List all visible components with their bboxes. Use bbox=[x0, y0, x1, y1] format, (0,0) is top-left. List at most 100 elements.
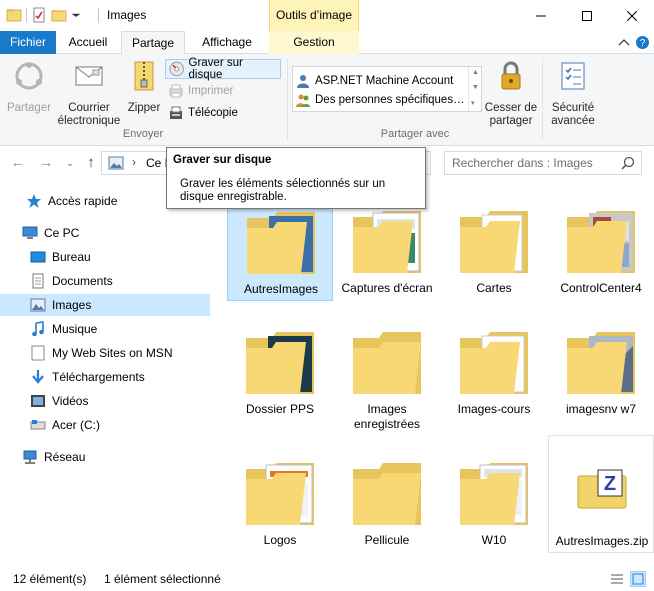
nav-label: Acer (C:) bbox=[52, 418, 100, 432]
svg-text:Z: Z bbox=[604, 473, 616, 495]
music-icon bbox=[32, 321, 44, 337]
share-item-specific-people[interactable]: Des personnes spécifiques… bbox=[296, 90, 465, 109]
security-icon bbox=[561, 62, 585, 90]
nav-label: Téléchargements bbox=[52, 370, 145, 384]
file-tile[interactable]: Images enregistrées bbox=[334, 304, 440, 431]
zip-button[interactable]: Zipper bbox=[124, 60, 164, 115]
tab-affichage[interactable]: Affichage bbox=[188, 31, 266, 54]
share-with-list[interactable]: ASP.NET Machine Account Des personnes sp… bbox=[292, 66, 482, 112]
email-label-line2: électronique bbox=[57, 115, 121, 127]
nav-item-drive-c[interactable]: Acer (C:) bbox=[0, 414, 210, 436]
search-input[interactable]: Rechercher dans : Images bbox=[444, 151, 642, 175]
file-tile[interactable]: Z AutresImages.zip bbox=[548, 435, 654, 553]
zip-file-icon: Z bbox=[577, 469, 627, 509]
chevron-up-icon[interactable] bbox=[618, 38, 630, 48]
email-label-line1: Courrier bbox=[68, 102, 110, 114]
new-folder-icon[interactable] bbox=[51, 7, 67, 23]
tab-accueil[interactable]: Accueil bbox=[58, 31, 118, 54]
tab-gestion[interactable]: Gestion bbox=[269, 31, 359, 54]
forward-button[interactable]: → bbox=[38, 155, 54, 171]
folder-icon bbox=[353, 463, 421, 525]
file-name: Captures d'écran bbox=[341, 281, 433, 295]
folder-icon bbox=[353, 332, 421, 394]
selection-count: 1 élément sélectionné bbox=[104, 572, 221, 586]
nav-label: Ce PC bbox=[44, 226, 80, 240]
advanced-security-line1: Sécurité bbox=[551, 102, 595, 114]
file-name: Dossier PPS bbox=[245, 402, 315, 416]
fax-icon bbox=[170, 106, 182, 119]
up-button[interactable]: ↑ bbox=[83, 155, 99, 171]
folder-icon bbox=[460, 463, 528, 525]
zip-folder-icon bbox=[134, 61, 154, 91]
nav-item-documents[interactable]: Documents bbox=[0, 270, 210, 292]
recent-locations-button[interactable]: ⌄ bbox=[62, 155, 78, 171]
ribbon: Partager Courrier électronique Zipper Gr… bbox=[0, 54, 654, 146]
nav-item-my-web-sites[interactable]: My Web Sites on MSN bbox=[0, 342, 210, 364]
share-item-aspnet[interactable]: ASP.NET Machine Account bbox=[296, 71, 453, 90]
tab-partage[interactable]: Partage bbox=[121, 31, 185, 55]
details-view-button[interactable] bbox=[609, 571, 625, 587]
title-separator bbox=[98, 8, 99, 23]
web-icon bbox=[31, 345, 45, 361]
burn-disc-button[interactable]: Graver sur disque bbox=[165, 57, 281, 81]
file-name: AutresImages.zip bbox=[555, 534, 649, 548]
email-button[interactable]: Courrier électronique bbox=[56, 60, 122, 128]
file-name: Images-cours bbox=[457, 402, 531, 416]
title-bar: Images Outils d’image bbox=[0, 0, 654, 31]
computer-icon bbox=[22, 226, 38, 239]
tooltip-title: Graver sur disque bbox=[173, 154, 272, 166]
burn-disc-label: Graver sur disque bbox=[188, 57, 243, 81]
ribbon-tabs: Fichier Accueil Partage Affichage Gestio… bbox=[0, 31, 654, 55]
file-tile[interactable]: Images-cours bbox=[441, 304, 547, 422]
share-list-scrollbar[interactable]: ▲ ▼ ▾ bbox=[468, 67, 481, 111]
nav-item-music[interactable]: Musique bbox=[0, 318, 210, 340]
item-count: 12 élément(s) bbox=[13, 572, 87, 586]
nav-label: Bureau bbox=[52, 250, 91, 264]
file-tile[interactable]: Pellicule bbox=[334, 435, 440, 553]
nav-label: My Web Sites on MSN bbox=[52, 346, 173, 360]
file-tile[interactable]: imagesnv w7 bbox=[548, 304, 654, 422]
large-icons-view-button[interactable] bbox=[630, 571, 646, 587]
share-button[interactable]: Partager bbox=[4, 60, 54, 115]
fax-label: Télécopie bbox=[188, 107, 238, 119]
video-icon bbox=[31, 395, 45, 407]
nav-item-videos[interactable]: Vidéos bbox=[0, 390, 210, 412]
stop-sharing-button[interactable]: Cesser de partager bbox=[484, 60, 538, 128]
properties-icon[interactable] bbox=[31, 7, 47, 23]
folder-icon bbox=[460, 332, 528, 394]
file-name: Pellicule bbox=[364, 533, 410, 547]
arrow-right-icon: → bbox=[38, 154, 54, 171]
pictures-location-icon bbox=[108, 156, 124, 170]
file-tile[interactable]: 2 Cartes bbox=[441, 183, 547, 301]
file-tile[interactable]: Dossier PPS bbox=[227, 304, 333, 422]
back-button[interactable]: ← bbox=[10, 155, 26, 171]
email-icon bbox=[75, 66, 103, 86]
folder-icon bbox=[246, 463, 314, 525]
tab-fichier[interactable]: Fichier bbox=[0, 31, 56, 54]
nav-item-desktop[interactable]: Bureau bbox=[0, 246, 210, 268]
chevron-down-icon[interactable] bbox=[71, 7, 81, 23]
group-separator bbox=[287, 58, 288, 140]
print-button[interactable]: Imprimer bbox=[165, 81, 281, 101]
nav-item-downloads[interactable]: Téléchargements bbox=[0, 366, 210, 388]
file-name: W10 bbox=[481, 533, 507, 547]
help-icon[interactable]: ? bbox=[635, 35, 650, 50]
file-tile[interactable]: W10 bbox=[441, 435, 547, 553]
folder-icon: 2 bbox=[460, 211, 528, 273]
fax-button[interactable]: Télécopie bbox=[165, 103, 281, 123]
printer-icon bbox=[169, 84, 183, 98]
maximize-button[interactable] bbox=[564, 0, 610, 31]
file-tile[interactable]: Logos bbox=[227, 435, 333, 553]
advanced-security-line2: avancée bbox=[551, 115, 595, 127]
stop-sharing-line2: partager bbox=[489, 115, 533, 127]
close-button[interactable] bbox=[610, 0, 654, 31]
nav-item-pictures[interactable]: Images bbox=[0, 294, 210, 316]
minimize-button[interactable] bbox=[518, 0, 564, 31]
file-tile[interactable]: ControlCenter4 bbox=[548, 183, 654, 301]
nav-item-network[interactable]: Réseau bbox=[0, 446, 210, 468]
advanced-security-button[interactable]: Sécurité avancée bbox=[546, 60, 600, 128]
nav-label: Musique bbox=[52, 322, 98, 336]
nav-item-this-pc[interactable]: Ce PC bbox=[0, 222, 210, 244]
group-label-share-with: Partager avec bbox=[380, 128, 450, 140]
window-title: Images bbox=[107, 8, 147, 22]
